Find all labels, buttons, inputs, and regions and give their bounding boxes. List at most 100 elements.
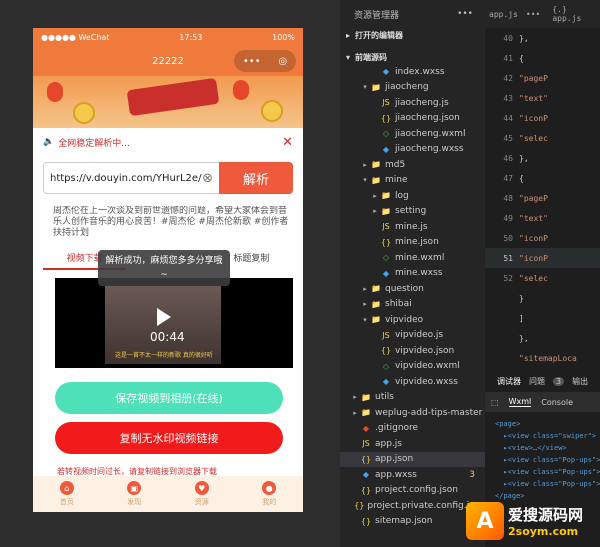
- code-text: }: [519, 293, 524, 303]
- tree-item[interactable]: JS jiaocheng.js: [340, 95, 485, 111]
- wxml-node[interactable]: ▸<view class="Pop-ups">: [495, 478, 600, 490]
- tree-item[interactable]: ▸ 📁 setting: [340, 204, 485, 220]
- tree-item[interactable]: ◆ jiaocheng.wxss: [340, 142, 485, 158]
- chevron-down-icon: ▾: [363, 176, 367, 185]
- folder-icon: 📁: [371, 175, 381, 185]
- code-line[interactable]: 41 {: [485, 48, 600, 68]
- code-line[interactable]: 44 "iconP: [485, 108, 600, 128]
- code-line[interactable]: 52 "selec: [485, 268, 600, 288]
- play-icon[interactable]: [157, 308, 171, 326]
- folder-icon: 📁: [371, 284, 381, 294]
- code-line[interactable]: 49 "text": [485, 208, 600, 228]
- code-line[interactable]: "sitemapLoca: [485, 348, 600, 368]
- tree-item-label: vipvideo.json: [395, 345, 455, 356]
- code-line[interactable]: 48 "pageP: [485, 188, 600, 208]
- tree-item[interactable]: JS app.js: [340, 436, 485, 452]
- tree-item-label: project.config.json: [375, 485, 458, 496]
- close-icon[interactable]: ✕: [282, 135, 293, 150]
- parse-button[interactable]: 解析: [219, 162, 293, 194]
- code-line[interactable]: 47 {: [485, 168, 600, 188]
- video-player[interactable]: 00:44 这是一首不太一样的新歌 真的很好听: [55, 278, 293, 368]
- tree-item[interactable]: ◇ jiaocheng.wxml: [340, 126, 485, 142]
- tree-item-label: index.wxss: [395, 66, 445, 77]
- tree-item[interactable]: JS vipvideo.js: [340, 328, 485, 344]
- tabbar-label: 资源: [194, 498, 209, 506]
- line-number: 45: [503, 133, 513, 143]
- code-line[interactable]: 42 "pageP: [485, 68, 600, 88]
- tree-item[interactable]: ▾ 📁 mine: [340, 173, 485, 189]
- tree-item-label: mine.wxss: [395, 268, 443, 279]
- code-text: {: [519, 53, 524, 63]
- clear-icon[interactable]: ⊗: [202, 171, 213, 186]
- wxml-tree[interactable]: <page> ▸<view class="swiper"> ▸<view>…</…: [485, 412, 600, 502]
- code-line[interactable]: ]: [485, 308, 600, 328]
- tab-problems[interactable]: 问题: [529, 376, 545, 387]
- code-text: "selec: [519, 273, 548, 283]
- code-lines[interactable]: 40 }, 41 {42 "pageP 43 "text" 44 "iconP 45 "…: [485, 28, 600, 388]
- tabbar-item-resource[interactable]: ♥ 资源: [168, 476, 236, 512]
- tree-item[interactable]: JS mine.js: [340, 219, 485, 235]
- tree-item[interactable]: ▾ 📁 vipvideo: [340, 312, 485, 328]
- tree-item[interactable]: ◇ vipvideo.wxml: [340, 359, 485, 375]
- tabbar-item-mine[interactable]: ● 我的: [236, 476, 304, 512]
- tree-item[interactable]: {} project.config.json: [340, 483, 485, 499]
- link-input[interactable]: https://v.douyin.com/YHurL2e/ ⊗: [43, 162, 219, 194]
- code-line[interactable]: 40 },: [485, 28, 600, 48]
- code-line[interactable]: },: [485, 328, 600, 348]
- tree-item[interactable]: ◆ .gitignore: [340, 421, 485, 437]
- code-line[interactable]: 43 "text": [485, 88, 600, 108]
- more-icon[interactable]: •••: [457, 9, 473, 19]
- tree-item[interactable]: ▸ 📁 weplug-add-tips-master: [340, 405, 485, 421]
- tab-console[interactable]: Console: [541, 398, 573, 407]
- code-line[interactable]: 46 },: [485, 148, 600, 168]
- tree-item[interactable]: ◆ index.wxss: [340, 64, 485, 80]
- tree-item[interactable]: {} project.private.config.json: [340, 498, 485, 514]
- section-open-editors[interactable]: ▸ 打开的编辑器: [340, 28, 485, 42]
- code-line[interactable]: }: [485, 288, 600, 308]
- code-line[interactable]: 45 "selec: [485, 128, 600, 148]
- code-text: "iconP: [519, 253, 548, 263]
- more-icon[interactable]: •••: [243, 56, 261, 67]
- tree-item-label: mine.wxml: [395, 252, 445, 263]
- copy-link-button[interactable]: 复制无水印视频链接: [55, 422, 283, 454]
- tree-item[interactable]: ◆ vipvideo.wxss: [340, 374, 485, 390]
- wxml-node[interactable]: <page>: [495, 418, 600, 430]
- tab-wxml[interactable]: Wxml: [508, 397, 532, 407]
- wxml-node[interactable]: ▸<view class="Pop-ups">: [495, 466, 600, 478]
- tree-item[interactable]: ◆ mine.wxss: [340, 266, 485, 282]
- code-line[interactable]: 51 "iconP: [485, 248, 600, 268]
- close-circle-icon[interactable]: ◎: [278, 56, 287, 67]
- tree-item-label: mine.json: [395, 237, 439, 248]
- tree-item[interactable]: ◇ mine.wxml: [340, 250, 485, 266]
- code-line[interactable]: 50 "iconP: [485, 228, 600, 248]
- tree-item[interactable]: ▸ 📁 shibai: [340, 297, 485, 313]
- tree-item[interactable]: {} app.json: [340, 451, 485, 467]
- tab-output[interactable]: 输出: [572, 376, 588, 387]
- save-video-button[interactable]: 保存视频到相册(在线): [55, 382, 283, 414]
- wxml-node[interactable]: ▸<view class="Pop-ups">: [495, 454, 600, 466]
- editor-tab[interactable]: app.js: [489, 10, 518, 19]
- tab-debugger[interactable]: 调试器: [497, 376, 521, 387]
- breadcrumb[interactable]: {.} app.js: [552, 5, 600, 23]
- tree-item[interactable]: {} mine.json: [340, 235, 485, 251]
- line-number: 52: [503, 273, 513, 283]
- wxml-node[interactable]: ▸<view class="swiper">: [495, 430, 600, 442]
- tree-item[interactable]: ▸ 📁 question: [340, 281, 485, 297]
- tree-item[interactable]: ▸ 📁 utils: [340, 390, 485, 406]
- tree-item[interactable]: ▸ 📁 md5: [340, 157, 485, 173]
- tree-item-label: log: [395, 190, 409, 201]
- tabbar-item-home[interactable]: ⌂ 首页: [33, 476, 101, 512]
- section-frontend-source[interactable]: ▾ 前端源码: [340, 50, 485, 64]
- more-icon[interactable]: •••: [526, 10, 540, 19]
- tree-item-label: jiaocheng.json: [395, 113, 460, 124]
- tree-item[interactable]: ◆ app.wxss 3: [340, 467, 485, 483]
- tabbar-item-discover[interactable]: ▣ 发现: [101, 476, 169, 512]
- tree-item[interactable]: ▸ 📁 log: [340, 188, 485, 204]
- tree-item[interactable]: {} sitemap.json: [340, 514, 485, 530]
- capsule-menu[interactable]: ••• ◎: [234, 50, 296, 72]
- wxml-node[interactable]: ▸<view>…</view>: [495, 442, 600, 454]
- tree-item[interactable]: ▾ 📁 jiaocheng: [340, 80, 485, 96]
- tree-item[interactable]: {} vipvideo.json: [340, 343, 485, 359]
- tree-item[interactable]: {} jiaocheng.json: [340, 111, 485, 127]
- inspect-icon[interactable]: ⬚: [491, 398, 499, 407]
